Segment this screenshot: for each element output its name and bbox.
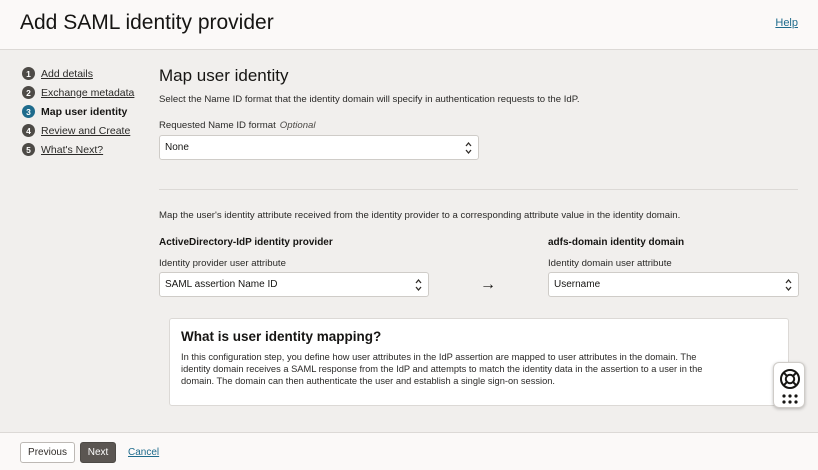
page-title: Add SAML identity provider (20, 11, 274, 34)
step-number: 2 (22, 86, 35, 99)
section-title: Map user identity (159, 66, 289, 85)
section-description: Select the Name ID format that the ident… (159, 94, 580, 105)
domain-attribute-value: Username (554, 279, 601, 290)
provider-attribute-value: SAML assertion Name ID (165, 279, 278, 290)
step-number: 1 (22, 67, 35, 80)
step-number: 5 (22, 143, 35, 156)
name-id-format-label-text: Requested Name ID format (159, 120, 276, 131)
step-label[interactable]: Add details (41, 68, 93, 80)
info-line: identity domain receives a SAML response… (181, 363, 703, 374)
info-title: What is user identity mapping? (181, 329, 382, 344)
footer-bar: Previous Next Cancel (0, 432, 818, 470)
select-caret-icon (415, 278, 422, 292)
domain-attribute-label: Identity domain user attribute (548, 258, 672, 269)
step-map-user-identity: 3 Map user identity (22, 102, 152, 121)
cancel-link[interactable]: Cancel (128, 447, 159, 458)
name-id-format-value: None (165, 142, 189, 153)
step-number: 3 (22, 105, 35, 118)
step-label: Map user identity (41, 105, 128, 118)
step-number: 4 (22, 124, 35, 137)
name-id-format-select[interactable]: None (159, 135, 479, 160)
step-exchange-metadata[interactable]: 2 Exchange metadata (22, 83, 152, 102)
select-caret-icon (465, 141, 472, 155)
step-add-details[interactable]: 1 Add details (22, 64, 152, 83)
optional-tag: Optional (279, 120, 316, 131)
info-line: In this configuration step, you define h… (181, 352, 697, 362)
domain-heading: adfs-domain identity domain (548, 237, 685, 248)
provider-attribute-label: Identity provider user attribute (159, 258, 286, 269)
step-review-and-create[interactable]: 4 Review and Create (22, 121, 152, 140)
page-header: Add SAML identity provider Help (0, 0, 818, 50)
info-line: domain. The domain can then authenticate… (181, 375, 556, 386)
info-panel: What is user identity mapping? In this c… (169, 318, 789, 406)
name-id-format-label: Requested Name ID format Optional (159, 120, 316, 131)
next-button[interactable]: Next (80, 442, 116, 463)
step-whats-next[interactable]: 5 What's Next? (22, 140, 152, 159)
lifebuoy-icon[interactable] (779, 368, 801, 390)
main-content: Map user identity Select the Name ID for… (159, 66, 799, 105)
provider-attribute-select[interactable]: SAML assertion Name ID (159, 272, 429, 297)
select-caret-icon (785, 278, 792, 292)
apps-grid-icon[interactable] (782, 394, 798, 404)
step-label[interactable]: Exchange metadata (41, 87, 134, 99)
mapping-arrow-icon: → (480, 276, 496, 293)
section-divider (159, 189, 798, 190)
provider-heading: ActiveDirectory-IdP identity provider (159, 237, 333, 248)
mapping-description: Map the user's identity attribute receiv… (159, 210, 681, 221)
domain-attribute-select[interactable]: Username (548, 272, 799, 297)
help-link[interactable]: Help (775, 17, 798, 29)
step-label[interactable]: Review and Create (41, 125, 130, 137)
previous-button[interactable]: Previous (20, 442, 75, 463)
info-text: In this configuration step, you define h… (181, 352, 777, 387)
floating-help-widget[interactable] (773, 362, 805, 408)
step-label[interactable]: What's Next? (41, 144, 103, 156)
wizard-steps: 1 Add details 2 Exchange metadata 3 Map … (22, 64, 152, 159)
